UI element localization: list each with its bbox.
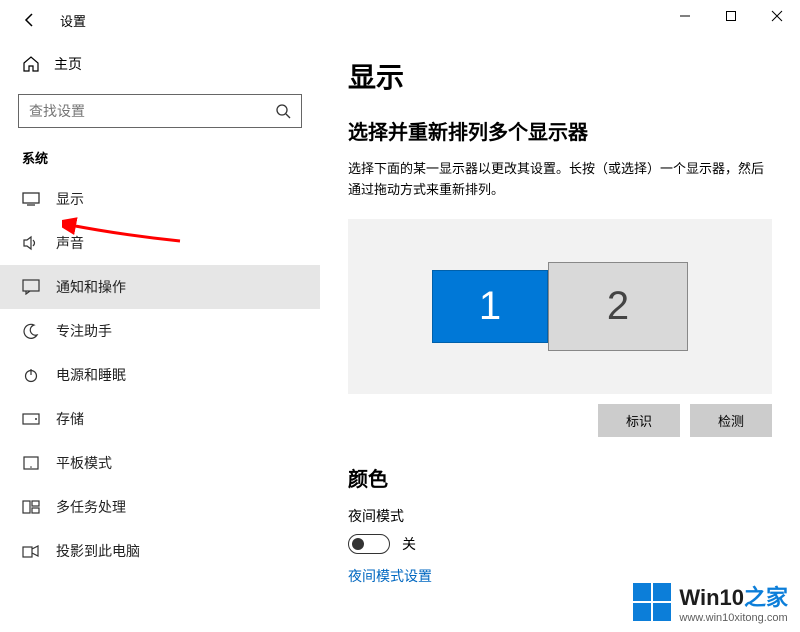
sidebar-item-label: 专注助手	[56, 321, 112, 341]
night-mode-label: 夜间模式	[348, 506, 772, 526]
sidebar-item-focus[interactable]: 专注助手	[0, 309, 320, 353]
power-icon	[22, 367, 40, 383]
home-icon	[22, 55, 40, 73]
sidebar: 主页 系统 显示 声音 通知和操作 专注助手	[0, 40, 320, 632]
identify-button[interactable]: 标识	[598, 404, 680, 437]
sidebar-item-label: 通知和操作	[56, 277, 126, 297]
speaker-icon	[22, 235, 40, 251]
back-button[interactable]	[10, 12, 50, 28]
sidebar-item-project[interactable]: 投影到此电脑	[0, 529, 320, 573]
sidebar-item-label: 投影到此电脑	[56, 541, 140, 561]
main-content: 显示 选择并重新排列多个显示器 选择下面的某一显示器以更改其设置。长按（或选择）…	[320, 40, 800, 632]
sidebar-item-sound[interactable]: 声音	[0, 221, 320, 265]
home-link[interactable]: 主页	[0, 46, 320, 82]
sidebar-item-tablet[interactable]: 平板模式	[0, 441, 320, 485]
color-heading: 颜色	[348, 463, 772, 492]
search-icon	[275, 103, 291, 119]
search-input[interactable]	[29, 103, 259, 119]
sidebar-item-power[interactable]: 电源和睡眠	[0, 353, 320, 397]
sidebar-item-display[interactable]: 显示	[0, 177, 320, 221]
search-box[interactable]	[18, 94, 302, 128]
moon-icon	[22, 323, 40, 339]
rearrange-heading: 选择并重新排列多个显示器	[348, 116, 772, 145]
toggle-knob	[352, 538, 364, 550]
sidebar-item-label: 电源和睡眠	[56, 365, 126, 385]
night-mode-toggle[interactable]	[348, 534, 390, 554]
monitor-icon	[22, 192, 40, 206]
night-mode-settings-link[interactable]: 夜间模式设置	[348, 566, 772, 586]
sidebar-item-label: 声音	[56, 233, 84, 253]
monitor-1[interactable]: 1	[432, 270, 548, 343]
sidebar-item-multitask[interactable]: 多任务处理	[0, 485, 320, 529]
chat-icon	[22, 279, 40, 295]
monitor-2[interactable]: 2	[548, 262, 688, 351]
sidebar-item-storage[interactable]: 存储	[0, 397, 320, 441]
project-icon	[22, 544, 40, 558]
rearrange-description: 选择下面的某一显示器以更改其设置。长按（或选择）一个显示器，然后通过拖动方式来重…	[348, 159, 772, 201]
drive-icon	[22, 413, 40, 425]
sidebar-category: 系统	[0, 142, 320, 177]
monitor-arrangement[interactable]: 1 2	[348, 219, 772, 394]
tablet-icon	[22, 456, 40, 470]
sidebar-item-label: 显示	[56, 189, 84, 209]
toggle-state-text: 关	[402, 534, 416, 554]
maximize-button[interactable]	[708, 0, 754, 32]
detect-button[interactable]: 检测	[690, 404, 772, 437]
window-title: 设置	[60, 11, 86, 30]
sidebar-item-notifications[interactable]: 通知和操作	[0, 265, 320, 309]
sidebar-item-label: 存储	[56, 409, 84, 429]
sidebar-item-label: 多任务处理	[56, 497, 126, 517]
sidebar-item-label: 平板模式	[56, 453, 112, 473]
minimize-button[interactable]	[662, 0, 708, 32]
close-button[interactable]	[754, 0, 800, 32]
multitask-icon	[22, 500, 40, 514]
page-title: 显示	[348, 56, 772, 96]
home-label: 主页	[54, 54, 82, 74]
